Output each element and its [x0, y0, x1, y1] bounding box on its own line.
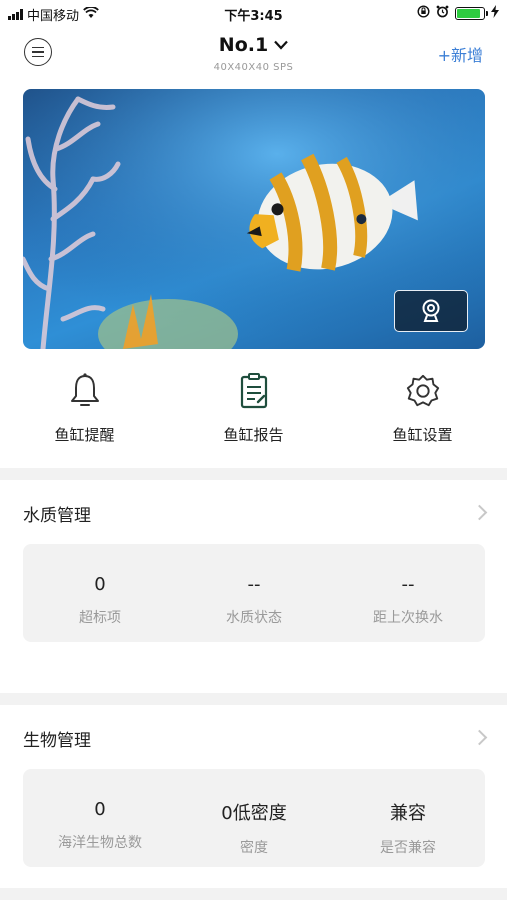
stat-label: 密度: [240, 840, 268, 856]
biology-card[interactable]: 0 海洋生物总数 0低密度 密度 兼容 是否兼容: [23, 769, 485, 867]
stat-exceeded: 0 超标项: [23, 544, 177, 642]
stat-value: 0低密度: [221, 803, 287, 824]
biology-title[interactable]: 生物管理: [23, 726, 91, 751]
webcam-icon: [422, 299, 440, 322]
battery-icon: [455, 7, 488, 20]
tank-photo: [23, 89, 485, 349]
biology-chevron-icon[interactable]: [471, 729, 488, 746]
title-wrap: No.1 40X40X40 SPS: [0, 34, 507, 73]
alarm-icon: [436, 5, 449, 22]
tank-title: No.1: [218, 34, 269, 56]
quick-actions: 鱼缸提醒 鱼缸报告 鱼缸设置: [0, 372, 507, 452]
tank-reminder-label: 鱼缸提醒: [54, 426, 115, 444]
stat-marine-life-total: 0 海洋生物总数: [23, 769, 177, 867]
tank-subtitle: 40X40X40 SPS: [213, 62, 294, 73]
battery-fill: [457, 9, 481, 18]
bell-icon: [67, 372, 103, 410]
status-bar: 中国移动 下午3:45: [0, 0, 507, 28]
status-right: [417, 5, 499, 22]
stat-value: --: [401, 574, 415, 595]
camera-button[interactable]: [394, 290, 468, 332]
header: No.1 40X40X40 SPS +新增: [0, 28, 507, 82]
section-divider: [0, 693, 507, 705]
water-quality-chevron-icon[interactable]: [471, 504, 488, 521]
stat-label: 海洋生物总数: [58, 835, 142, 851]
tank-report-label: 鱼缸报告: [223, 426, 284, 444]
tank-reminder-button[interactable]: 鱼缸提醒: [0, 372, 169, 452]
stat-label: 水质状态: [226, 610, 282, 626]
chevron-down-icon: [274, 40, 289, 50]
stat-label: 是否兼容: [380, 840, 436, 856]
gear-icon: [405, 372, 441, 410]
water-quality-title[interactable]: 水质管理: [23, 501, 91, 526]
stat-label: 超标项: [79, 610, 121, 626]
stat-last-water-change: -- 距上次换水: [331, 544, 485, 642]
stat-label: 距上次换水: [373, 610, 443, 626]
orientation-lock-icon: [417, 5, 430, 22]
section-divider: [0, 468, 507, 480]
tank-settings-label: 鱼缸设置: [392, 426, 453, 444]
charging-icon: [491, 5, 499, 22]
stat-compatibility: 兼容 是否兼容: [331, 769, 485, 867]
stat-water-status: -- 水质状态: [177, 544, 331, 642]
stat-value: --: [247, 574, 261, 595]
tank-report-button[interactable]: 鱼缸报告: [169, 372, 338, 452]
report-icon: [236, 372, 272, 410]
water-quality-card[interactable]: 0 超标项 -- 水质状态 -- 距上次换水: [23, 544, 485, 642]
stat-value: 0: [94, 574, 106, 595]
stat-value: 兼容: [390, 803, 426, 824]
add-tank-button[interactable]: +新增: [438, 42, 483, 66]
tank-settings-button[interactable]: 鱼缸设置: [338, 372, 507, 452]
tank-selector[interactable]: No.1: [218, 34, 289, 56]
section-divider: [0, 888, 507, 900]
stat-density: 0低密度 密度: [177, 769, 331, 867]
stat-value: 0: [94, 799, 106, 820]
